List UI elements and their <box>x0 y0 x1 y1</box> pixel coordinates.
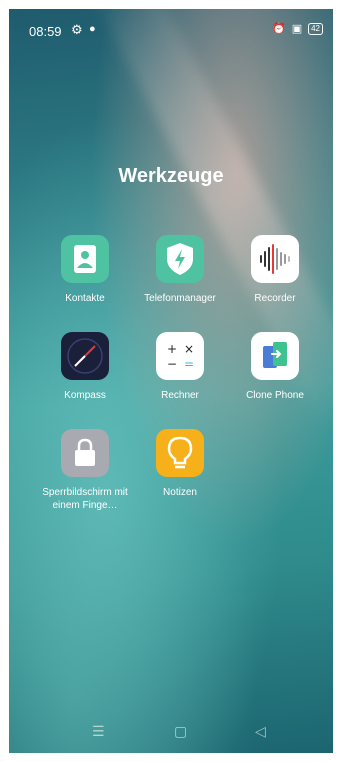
app-label: Kompass <box>64 390 106 401</box>
compass-icon <box>61 332 109 380</box>
svg-text:+: + <box>167 342 177 356</box>
status-bar: 08:59 ⚙ ● ⏰ ▣ 42 <box>9 9 333 53</box>
lock-icon <box>61 429 109 477</box>
navigation-bar: ☰ ▢ ◁ <box>9 713 333 753</box>
app-label: Clone Phone <box>246 390 304 401</box>
back-icon[interactable]: ◁ <box>255 723 266 740</box>
status-time: 08:59 <box>29 24 62 39</box>
status-icons: ⏰ ▣ 42 <box>272 22 323 35</box>
home-screen: 08:59 ⚙ ● ⏰ ▣ 42 Werkzeuge Kontakte Tele… <box>9 9 333 753</box>
alarm-icon: ⏰ <box>271 23 286 35</box>
svg-text:=: = <box>184 357 194 371</box>
menu-icon[interactable]: ☰ <box>92 723 105 740</box>
battery-icon: 42 <box>308 22 323 35</box>
app-telefonmanager[interactable]: Telefonmanager <box>132 235 228 305</box>
app-rechner[interactable]: + × − = Rechner <box>132 332 228 402</box>
soundwave-icon <box>251 235 299 283</box>
app-recorder[interactable]: Recorder <box>227 235 323 305</box>
clone-phone-icon <box>251 332 299 380</box>
app-label: Kontakte <box>65 293 105 304</box>
app-clone-phone[interactable]: Clone Phone <box>227 332 323 402</box>
contacts-icon <box>61 235 109 283</box>
home-icon[interactable]: ▢ <box>174 723 187 740</box>
app-notizen[interactable]: Notizen <box>132 429 228 499</box>
app-label: Sperrbildschirm mit einem Finge… <box>42 487 128 511</box>
lightbulb-icon <box>156 429 204 477</box>
app-label: Notizen <box>163 487 197 498</box>
svg-text:−: − <box>167 357 177 371</box>
folder-title: Werkzeuge <box>118 165 224 187</box>
app-kontakte[interactable]: Kontakte <box>37 235 133 305</box>
location-pin-icon: ● <box>89 23 96 35</box>
gear-icon: ⚙ <box>71 22 83 37</box>
shield-bolt-icon <box>156 235 204 283</box>
svg-text:×: × <box>184 342 194 356</box>
app-label: Telefonmanager <box>144 293 216 304</box>
app-label: Rechner <box>161 390 199 401</box>
calculator-icon: + × − = <box>156 332 204 380</box>
media-icon: ▣ <box>291 23 303 35</box>
app-sperrbildschirm[interactable]: Sperrbildschirm mit einem Finge… <box>37 429 133 512</box>
app-label: Recorder <box>254 293 296 304</box>
app-kompass[interactable]: Kompass <box>37 332 133 402</box>
